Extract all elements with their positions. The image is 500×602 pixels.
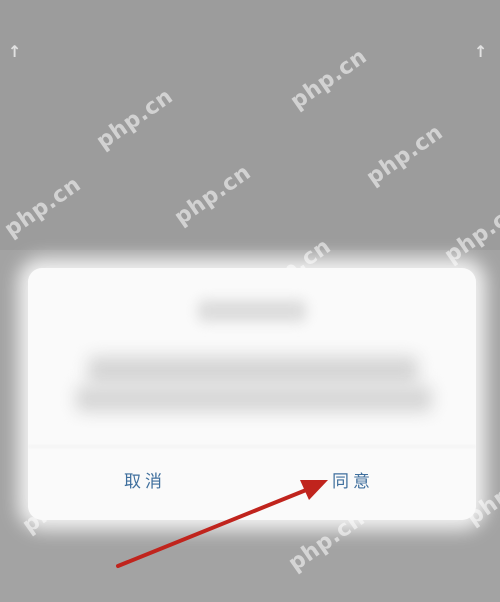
dialog-divider [28, 446, 476, 447]
watermark: php.cn [362, 119, 448, 191]
consent-dialog: 取消 同意 [28, 268, 476, 520]
edge-mark-right: ↑ [474, 42, 488, 61]
dialog-body-redacted [88, 356, 418, 386]
agree-button[interactable]: 同意 [332, 466, 374, 498]
watermark: php.cn [0, 171, 86, 243]
screen: ↑ ↑ php.cn php.cn php.cn php.cn php.cn p… [0, 0, 500, 602]
dialog-title-redacted [198, 300, 306, 322]
watermark: php.cn [286, 43, 372, 115]
watermark: php.cn [170, 159, 256, 231]
dialog-body-redacted [76, 386, 432, 412]
cancel-button[interactable]: 取消 [124, 466, 166, 498]
edge-mark-left: ↑ [8, 42, 22, 61]
watermark: php.cn [92, 83, 178, 155]
